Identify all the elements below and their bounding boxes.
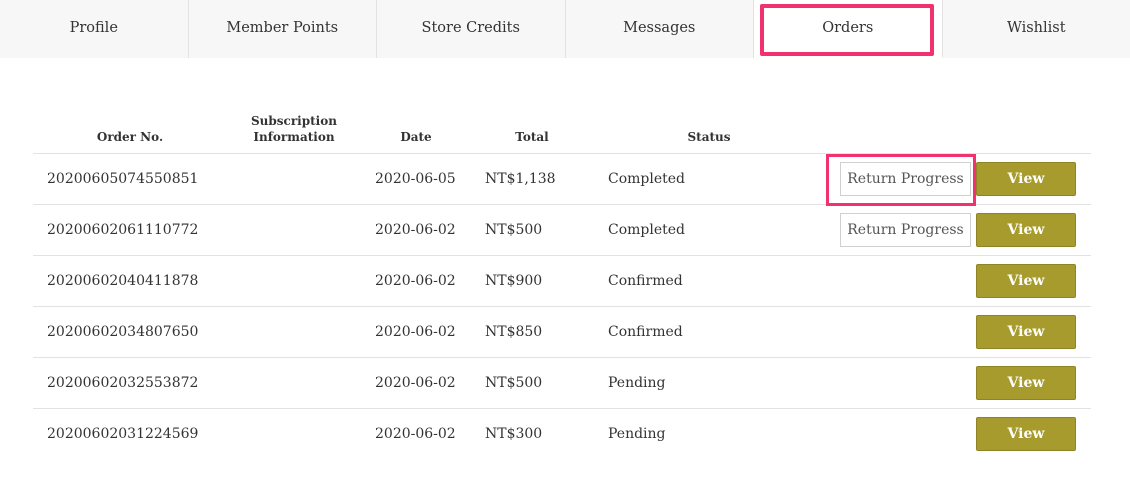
- order-date: 2020-06-02: [375, 426, 456, 442]
- table-row: 20200602040411878 2020-06-02 NT$900 Conf…: [33, 255, 1091, 306]
- view-button[interactable]: View: [976, 417, 1076, 451]
- tab-profile[interactable]: Profile: [0, 0, 189, 58]
- order-status: Completed: [608, 222, 686, 238]
- view-button[interactable]: View: [976, 315, 1076, 349]
- order-total: NT$300: [485, 426, 543, 442]
- order-number: 20200602031224569: [47, 426, 199, 442]
- view-button[interactable]: View: [976, 264, 1076, 298]
- header-subscription-information: Subscription Information: [251, 114, 337, 144]
- order-status: Confirmed: [608, 324, 683, 340]
- order-date: 2020-06-02: [375, 222, 456, 238]
- table-row: 20200602031224569 2020-06-02 NT$300 Pend…: [33, 408, 1091, 459]
- order-status: Pending: [608, 375, 666, 391]
- order-date: 2020-06-02: [375, 375, 456, 391]
- tab-member-points[interactable]: Member Points: [188, 0, 377, 58]
- table-row: 20200602032553872 2020-06-02 NT$500 Pend…: [33, 357, 1091, 408]
- order-date: 2020-06-02: [375, 273, 456, 289]
- view-button[interactable]: View: [976, 213, 1076, 247]
- order-status: Confirmed: [608, 273, 683, 289]
- order-total: NT$500: [485, 375, 543, 391]
- order-number: 20200602034807650: [47, 324, 199, 340]
- table-row: 20200602034807650 2020-06-02 NT$850 Conf…: [33, 306, 1091, 357]
- table-row: 20200605074550851 2020-06-05 NT$1,138 Co…: [33, 153, 1091, 204]
- tab-orders[interactable]: Orders: [754, 0, 943, 58]
- order-status: Pending: [608, 426, 666, 442]
- account-tabs: Profile Member Points Store Credits Mess…: [0, 0, 1130, 58]
- order-number: 20200602032553872: [47, 375, 199, 391]
- order-number: 20200602040411878: [47, 273, 199, 289]
- view-button[interactable]: View: [976, 366, 1076, 400]
- order-date: 2020-06-05: [375, 171, 456, 187]
- order-total: NT$850: [485, 324, 543, 340]
- header-date: Date: [400, 130, 432, 144]
- tab-store-credits[interactable]: Store Credits: [377, 0, 566, 58]
- header-order-no: Order No.: [96, 130, 164, 144]
- order-total: NT$1,138: [485, 171, 556, 187]
- order-total: NT$500: [485, 222, 543, 238]
- order-total: NT$900: [485, 273, 543, 289]
- view-button[interactable]: View: [976, 162, 1076, 196]
- header-total: Total: [515, 130, 549, 144]
- order-number: 20200602061110772: [47, 222, 199, 238]
- tab-messages[interactable]: Messages: [565, 0, 754, 58]
- header-status: Status: [687, 130, 731, 144]
- table-row: 20200602061110772 2020-06-02 NT$500 Comp…: [33, 204, 1091, 255]
- order-number: 20200605074550851: [47, 171, 199, 187]
- return-progress-button[interactable]: Return Progress: [840, 162, 971, 196]
- return-progress-button[interactable]: Return Progress: [840, 213, 971, 247]
- tab-wishlist[interactable]: Wishlist: [942, 0, 1130, 58]
- order-date: 2020-06-02: [375, 324, 456, 340]
- order-status: Completed: [608, 171, 686, 187]
